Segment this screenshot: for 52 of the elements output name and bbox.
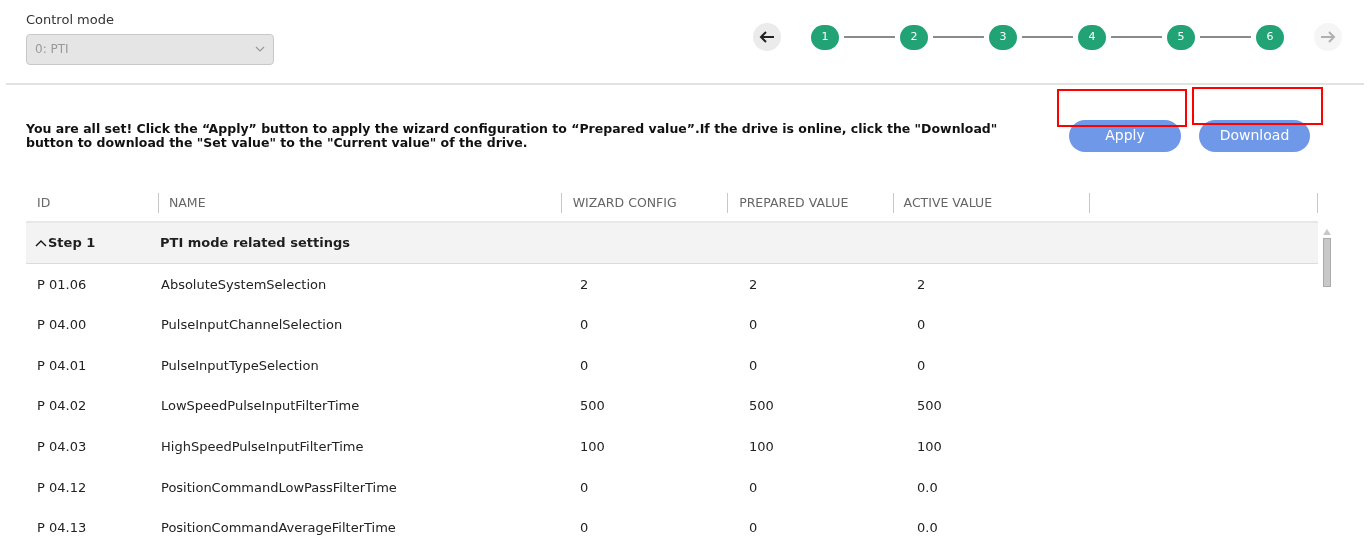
table-cell: 0 [749, 479, 758, 495]
table-cell: P 04.01 [37, 357, 87, 373]
chevron-down-icon [255, 46, 265, 52]
table-cell: 500 [917, 398, 942, 414]
table-cell: 0 [580, 357, 589, 373]
group-name: PTI mode related settings [160, 234, 350, 253]
table-cell: 100 [749, 438, 774, 454]
table-cell: 0.0 [917, 479, 938, 495]
table-cell: 0 [917, 317, 926, 333]
group-id: Step 1 [48, 234, 96, 253]
table-cell: 0 [749, 520, 758, 536]
table-cell: P 04.13 [37, 520, 87, 536]
column-header: ID [36, 193, 51, 212]
scroll-up-icon [1323, 229, 1331, 235]
table-cell: LowSpeedPulseInputFilterTime [161, 398, 360, 414]
table-cell: P 04.00 [37, 317, 87, 333]
table-cell: 0 [917, 357, 926, 373]
column-header: PREPARED VALUE [738, 193, 849, 212]
field-label: Control mode [26, 11, 115, 29]
scroll-thumb[interactable] [1323, 238, 1331, 287]
table-cell: 500 [580, 398, 605, 414]
table-cell: 2 [749, 276, 758, 292]
table-cell: 0 [749, 317, 758, 333]
caret-up-icon [35, 239, 47, 247]
table-cell: 500 [749, 398, 774, 414]
column-header: WIZARD CONFIG [571, 193, 677, 212]
table-cell: 0 [580, 479, 589, 495]
table-cell: 0 [749, 357, 758, 373]
table-cell: 100 [917, 438, 942, 454]
instruction-text: You are all set! Click the “Apply” button to apply the wizard configuration to “Prepared value”.If the drive is online, click the "Download" button to download the "Set value" to the "Current value" of the drive. [26, 121, 999, 150]
table-cell: 0.0 [917, 520, 938, 536]
column-header: ACTIVE VALUE [902, 193, 993, 212]
table-cell: P 04.12 [37, 479, 87, 495]
table-cell: PositionCommandAverageFilterTime [161, 520, 396, 536]
table-cell: AbsoluteSystemSelection [161, 276, 327, 292]
column-header: NAME [167, 193, 206, 212]
arrow-right-icon [1320, 30, 1336, 44]
back-button[interactable] [753, 23, 781, 51]
table-cell: 2 [580, 276, 589, 292]
table-cell: P 04.02 [37, 398, 87, 414]
group-row[interactable]: Step 1 PTI mode related settings [26, 223, 1318, 264]
table-cell: P 04.03 [37, 438, 87, 454]
table-cell: 2 [917, 276, 926, 292]
table-cell: HighSpeedPulseInputFilterTime [161, 438, 364, 454]
table-cell: 0 [580, 317, 589, 333]
table-cell: 100 [580, 438, 605, 454]
table-cell: PulseInputChannelSelection [161, 317, 343, 333]
table-cell: PulseInputTypeSelection [161, 357, 319, 373]
table-cell: P 01.06 [37, 276, 87, 292]
table-cell: 0 [580, 520, 589, 536]
table-cell: PositionCommandLowPassFilterTime [161, 479, 397, 495]
arrow-left-icon [759, 30, 775, 44]
